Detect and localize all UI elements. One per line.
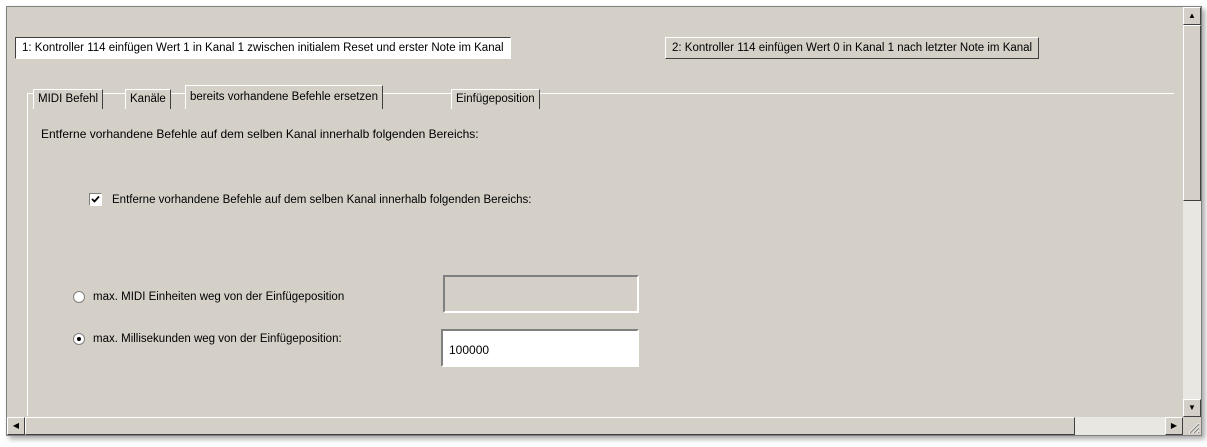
remove-commands-checkbox[interactable] bbox=[89, 193, 102, 206]
vertical-scroll-thumb[interactable] bbox=[1183, 25, 1201, 201]
tab-kanaele[interactable]: Kanäle bbox=[125, 89, 171, 109]
milliseconds-option[interactable]: max. Millisekunden weg von der Einfügepo… bbox=[73, 333, 342, 345]
milliseconds-input[interactable] bbox=[441, 329, 639, 367]
resize-grip-icon[interactable] bbox=[1183, 417, 1201, 435]
midi-units-radio[interactable] bbox=[73, 291, 85, 303]
tab-midi-befehl[interactable]: MIDI Befehl bbox=[33, 89, 104, 109]
arrow-right-icon[interactable]: ▶ bbox=[1165, 417, 1183, 435]
arrow-left-icon[interactable]: ◀ bbox=[7, 417, 25, 435]
horizontal-scroll-thumb[interactable] bbox=[25, 417, 1075, 435]
remove-commands-row[interactable]: Entferne vorhandene Befehle auf dem selb… bbox=[89, 193, 531, 206]
tab-einfuegeposition[interactable]: Einfügeposition bbox=[451, 89, 540, 109]
tab-befehle-ersetzen[interactable]: bereits vorhandene Befehle ersetzen bbox=[185, 85, 383, 109]
midi-units-input[interactable] bbox=[443, 275, 639, 313]
midi-units-label: max. MIDI Einheiten weg von der Einfügep… bbox=[93, 291, 345, 303]
horizontal-scrollbar[interactable]: ◀ ▶ bbox=[7, 417, 1183, 435]
tab-command-1[interactable]: 1: Kontroller 114 einfügen Wert 1 in Kan… bbox=[15, 37, 511, 59]
midi-units-option[interactable]: max. MIDI Einheiten weg von der Einfügep… bbox=[73, 291, 344, 303]
milliseconds-radio[interactable] bbox=[73, 333, 85, 345]
remove-commands-label: Entferne vorhandene Befehle auf dem selb… bbox=[112, 193, 532, 206]
dialog-window: 1: Kontroller 114 einfügen Wert 1 in Kan… bbox=[6, 6, 1202, 436]
check-icon bbox=[91, 195, 100, 203]
arrow-up-icon[interactable]: ▲ bbox=[1183, 7, 1201, 25]
tab-command-2[interactable]: 2: Kontroller 114 einfügen Wert 0 in Kan… bbox=[665, 37, 1040, 59]
milliseconds-label: max. Millisekunden weg von der Einfügepo… bbox=[93, 333, 342, 345]
section-description: Entferne vorhandene Befehle auf dem selb… bbox=[41, 127, 479, 141]
vertical-scrollbar[interactable]: ▲ ▼ bbox=[1182, 7, 1201, 417]
tab-panel bbox=[27, 93, 1174, 416]
arrow-down-icon[interactable]: ▼ bbox=[1183, 399, 1201, 417]
